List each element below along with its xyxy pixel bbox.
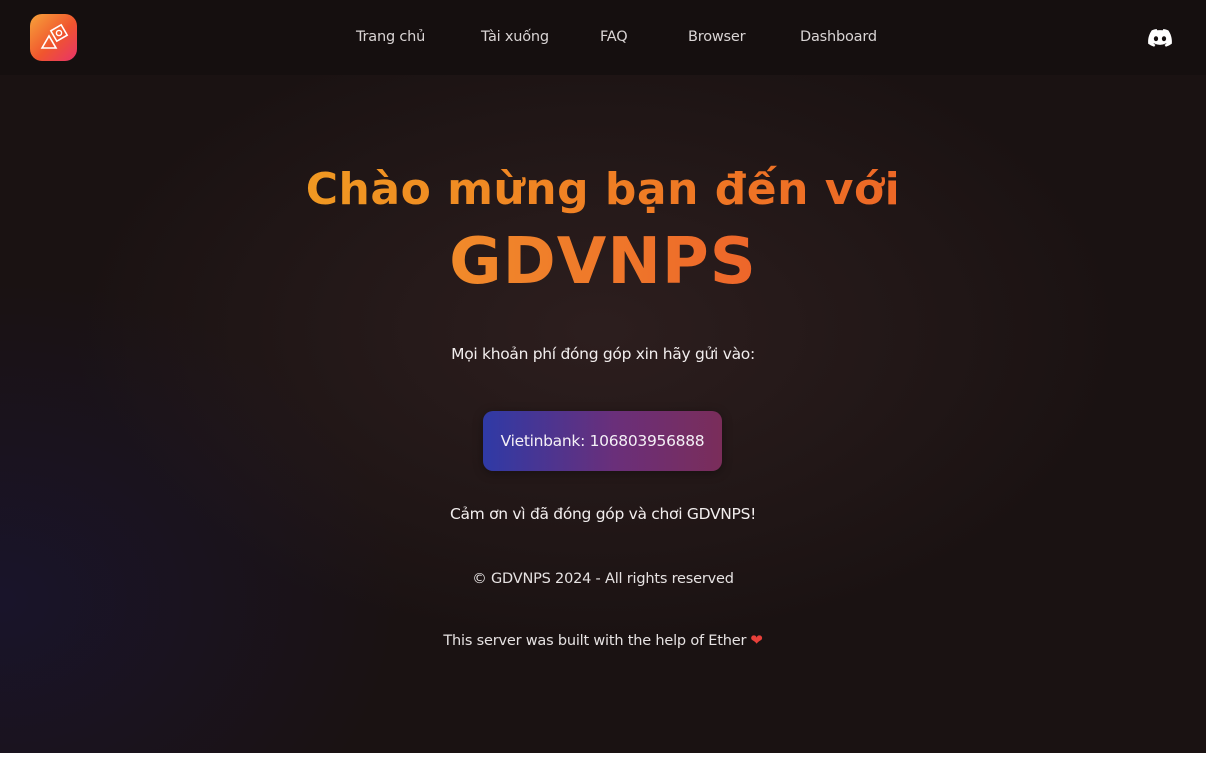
thanks-text: Cảm ơn vì đã đóng góp và chơi GDVNPS! [449,505,757,523]
nav-link-download[interactable]: Tài xuống [481,29,549,45]
donation-intro-text: Mọi khoản phí đóng góp xin hãy gửi vào: [451,345,755,363]
footer-copyright: © GDVNPS 2024 - All rights reserved [472,571,734,587]
nav-link-dashboard[interactable]: Dashboard [800,29,877,45]
bank-account-button[interactable]: Vietinbank: 106803956888 [483,411,722,471]
nav-link-browser[interactable]: Browser [688,29,746,45]
nav-links: Trang chủ Tài xuống FAQ Browser Dashboar… [0,0,1206,75]
heart-icon: ❤ [750,631,763,649]
nav-link-home[interactable]: Trang chủ [356,29,425,45]
hero-welcome-title: Chào mừng bạn đến với [0,162,1206,218]
nav-link-faq[interactable]: FAQ [600,29,628,45]
footer-credit: This server was built with the help of E… [0,631,1206,649]
footer-credit-text: This server was built with the help of E… [443,633,747,649]
page: Trang chủ Tài xuống FAQ Browser Dashboar… [0,0,1206,753]
top-navbar: Trang chủ Tài xuống FAQ Browser Dashboar… [0,0,1206,75]
hero-brand-title: GDVNPS [0,222,1206,302]
discord-icon[interactable] [1148,28,1172,48]
